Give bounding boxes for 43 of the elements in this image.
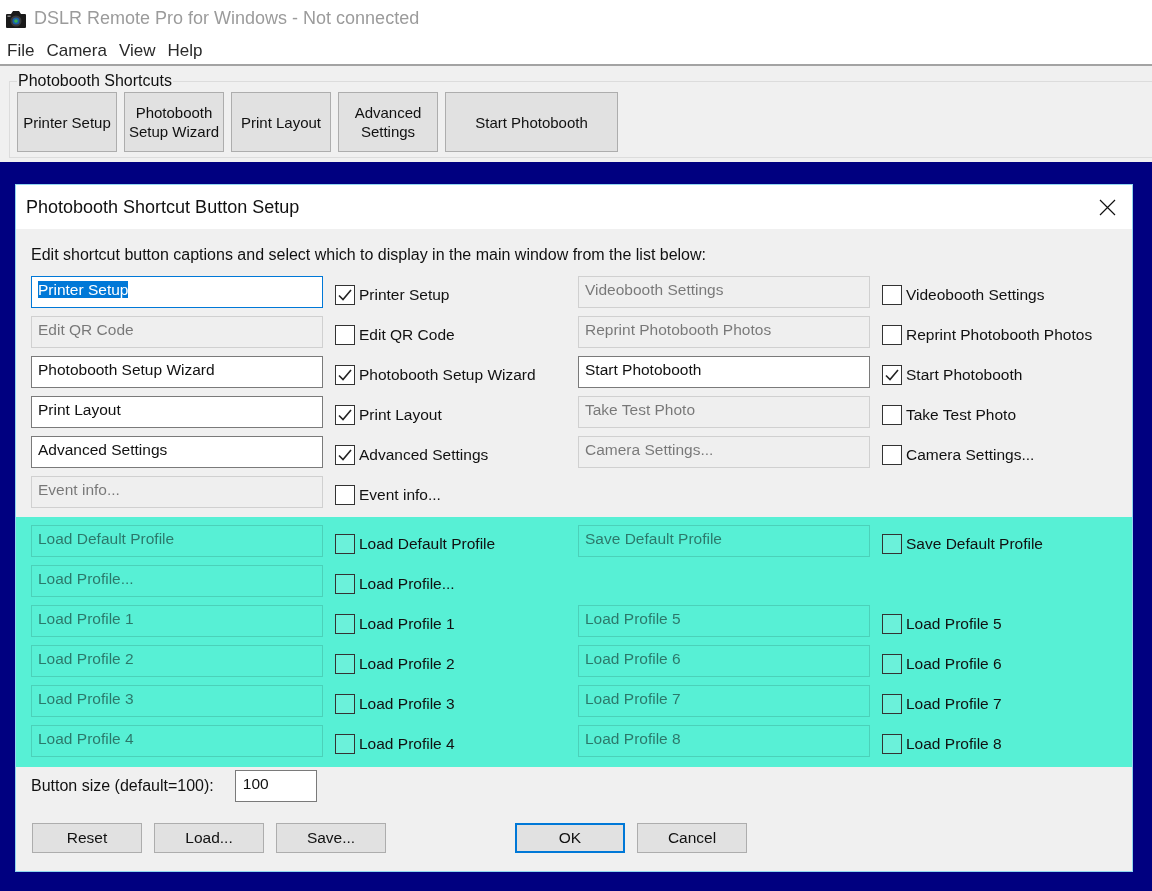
dialog-button[interactable]: Reset <box>32 823 142 853</box>
shortcut-button[interactable]: Start Photobooth <box>445 92 618 152</box>
checkmark-icon <box>338 409 352 421</box>
caption-field[interactable]: Advanced Settings <box>31 436 323 468</box>
dialog-title: Photobooth Shortcut Button Setup <box>26 196 300 218</box>
checkbox-label[interactable]: Printer Setup <box>359 285 450 305</box>
size-label: Button size (default=100): <box>31 777 214 795</box>
shortcut-button[interactable]: Advanced Settings <box>338 92 438 152</box>
shortcut-button[interactable]: Print Layout <box>231 92 331 152</box>
camera-icon <box>5 8 27 29</box>
menu-item[interactable]: Help <box>161 39 209 62</box>
menu-item[interactable]: File <box>1 39 41 62</box>
checkbox-label[interactable]: Start Photobooth <box>906 365 1023 385</box>
close-button[interactable] <box>1098 198 1116 216</box>
caption-field[interactable]: Printer Setup <box>31 276 323 308</box>
checkmark-icon <box>885 369 899 381</box>
caption-field[interactable]: Photobooth Setup Wizard <box>31 356 323 388</box>
menu-item[interactable]: View <box>112 39 162 62</box>
checkbox[interactable] <box>335 285 355 305</box>
checkbox[interactable] <box>335 365 355 385</box>
dialog-button[interactable]: Cancel <box>637 823 747 853</box>
checkbox[interactable] <box>335 445 355 465</box>
checkbox[interactable] <box>882 365 902 385</box>
checkbox[interactable] <box>335 405 355 425</box>
size-field[interactable]: 100 <box>234 770 317 802</box>
window-title: DSLR Remote Pro for Windows - Not connected <box>34 8 420 29</box>
shortcut-button[interactable]: Photobooth Setup Wizard <box>124 92 224 152</box>
checkbox-label[interactable]: Photobooth Setup Wizard <box>359 365 536 385</box>
shortcut-button[interactable]: Printer Setup <box>17 92 117 152</box>
checkmark-icon <box>338 289 352 301</box>
group-title: Photobooth Shortcuts <box>17 71 173 91</box>
close-icon <box>1098 198 1116 216</box>
checkbox-label[interactable]: Print Layout <box>359 405 442 425</box>
dialog-button[interactable]: Save... <box>276 823 386 853</box>
checkmark-icon <box>338 449 352 461</box>
checkbox-label[interactable]: Advanced Settings <box>359 445 489 465</box>
dialog-button[interactable]: Load... <box>154 823 264 853</box>
instructions-text: Edit shortcut button captions and select which to display in the main window from the list below: <box>31 245 707 265</box>
menu-item[interactable]: Camera <box>40 39 113 62</box>
checkmark-icon <box>338 369 352 381</box>
caption-field[interactable]: Start Photobooth <box>578 356 870 388</box>
dialog-button[interactable]: OK <box>515 823 625 853</box>
caption-field[interactable]: Print Layout <box>31 396 323 428</box>
